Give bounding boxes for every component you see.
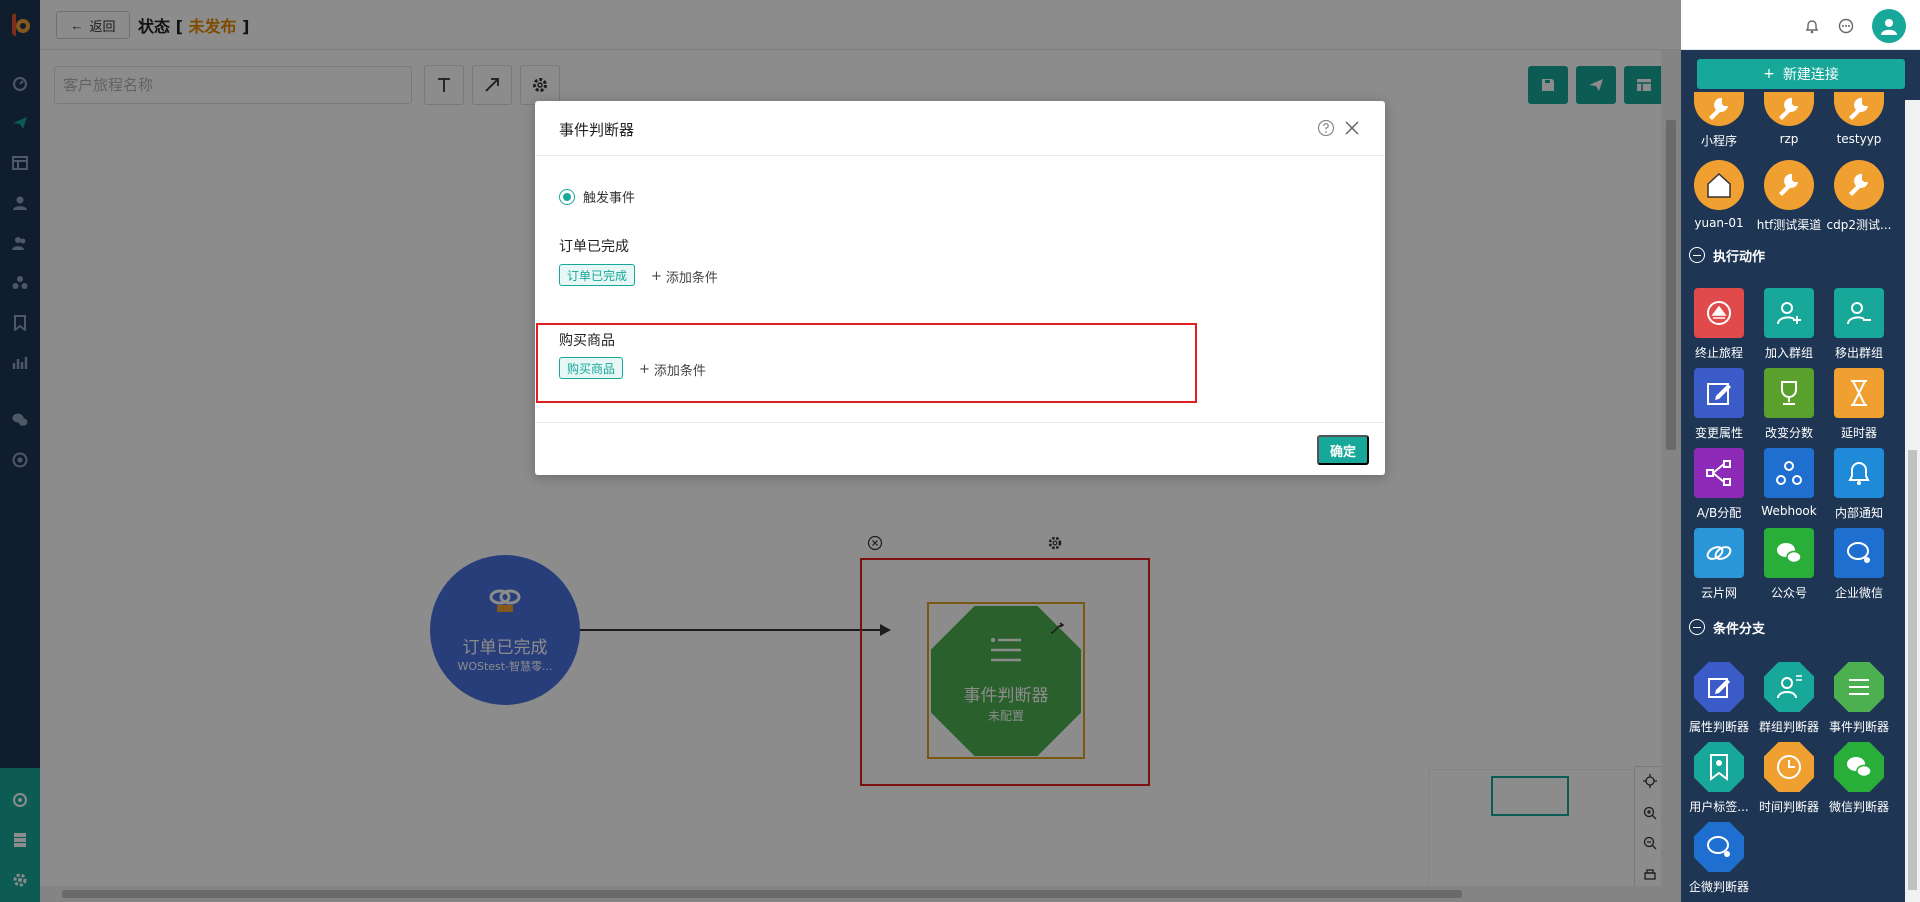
webhook-icon [1764,448,1814,498]
palette-item-channel[interactable]: htf测试渠道 [1753,160,1825,233]
dialog-header: 事件判断器 [535,101,1385,156]
palette-item-channel[interactable]: testyyp [1823,92,1895,146]
palette-item-action[interactable]: 云片网 [1683,528,1755,601]
palette-item-channel[interactable]: rzp [1753,92,1825,146]
collapse-icon [1689,247,1705,263]
plus-icon: + [639,362,650,377]
palette-scrollbar[interactable] [1905,100,1920,902]
palette-item-action[interactable]: 移出群组 [1823,288,1895,361]
palette-item-channel[interactable]: cdp2测试... [1823,160,1895,233]
add-condition-button[interactable]: + 添加条件 [639,360,706,379]
wecom-icon [1694,822,1744,872]
palette-item-action[interactable]: 终止旅程 [1683,288,1755,361]
palette-item-action[interactable]: 改变分数 [1753,368,1825,441]
list-icon [1834,662,1884,712]
help-icon[interactable] [1317,119,1335,137]
confirm-button[interactable]: 确定 [1317,435,1369,465]
edit-icon [1694,662,1744,712]
bookmark-user-icon [1694,742,1744,792]
wrench-icon [1834,92,1884,126]
highlight-box [536,323,1197,403]
user-plus-icon [1764,288,1814,338]
add-condition-button[interactable]: + 添加条件 [651,267,718,286]
header-actions [1804,9,1906,43]
palette-item-action[interactable]: 加入群组 [1753,288,1825,361]
palette-item-action[interactable]: 内部通知 [1823,448,1895,521]
palette-item-action[interactable]: Webhook [1753,448,1825,518]
wechat-icon [1764,528,1814,578]
palette-item-branch[interactable]: 群组判断器 [1753,662,1825,735]
stop-icon [1694,288,1744,338]
trigger-event-radio[interactable]: 触发事件 [559,187,635,206]
dialog-footer: 确定 [535,422,1385,475]
palette-item-action[interactable]: 企业微信 [1823,528,1895,601]
event-title: 订单已完成 [559,239,629,255]
palette-item-action[interactable]: 延时器 [1823,368,1895,441]
plus-icon: + [1763,66,1775,82]
palette-item-branch[interactable]: 企微判断器 [1683,822,1755,895]
event-judge-dialog: 事件判断器 触发事件 订单已完成 订单已完成 + 添加条件 购买商品 购买商品 … [535,101,1385,475]
event-tag[interactable]: 购买商品 [559,357,624,379]
avatar[interactable] [1872,9,1906,43]
palette-item-action[interactable]: 公众号 [1753,528,1825,601]
edit-icon [1694,368,1744,418]
wrench-icon [1764,92,1814,126]
wrench-icon [1694,92,1744,126]
palette-item-channel[interactable]: yuan-01 [1683,160,1755,230]
palette-item-channel[interactable]: 小程序 [1683,92,1755,149]
palette-item-branch[interactable]: 时间判断器 [1753,742,1825,815]
bell-icon [1834,448,1884,498]
section-actions[interactable]: 执行动作 [1689,244,1903,266]
house-icon [1694,160,1744,210]
palette-item-action[interactable]: 变更属性 [1683,368,1755,441]
palette-item-branch[interactable]: 属性判断器 [1683,662,1755,735]
clock-icon [1764,742,1814,792]
event-title: 购买商品 [559,333,615,349]
wecom-icon [1834,528,1884,578]
wrench-icon [1764,160,1814,210]
wrench-icon [1834,160,1884,210]
scrollbar-thumb[interactable] [1908,450,1917,890]
palette-item-branch[interactable]: 事件判断器 [1823,662,1895,735]
dialog-title: 事件判断器 [559,121,635,139]
collapse-icon [1689,619,1705,635]
cloud-link-icon [1694,528,1744,578]
plus-icon: + [651,269,662,284]
radio-checked-icon[interactable] [559,188,575,205]
event-tag[interactable]: 订单已完成 [559,264,636,286]
user-list-icon [1764,662,1814,712]
component-palette: + 新建连接 小程序 rzp testyyp yuan-01 htf测试渠道 c… [1681,50,1920,902]
close-icon[interactable] [1343,119,1361,137]
ab-split-icon [1694,448,1744,498]
user-minus-icon [1834,288,1884,338]
section-branches[interactable]: 条件分支 [1689,616,1903,638]
palette-item-branch[interactable]: 用户标签... [1683,742,1755,815]
new-connection-button[interactable]: + 新建连接 [1697,59,1905,89]
hourglass-icon [1834,368,1884,418]
trophy-icon [1764,368,1814,418]
palette-item-branch[interactable]: 微信判断器 [1823,742,1895,815]
wechat-icon [1834,742,1884,792]
message-icon[interactable] [1838,18,1854,34]
palette-item-action[interactable]: A/B分配 [1683,448,1755,521]
bell-icon[interactable] [1804,18,1820,34]
